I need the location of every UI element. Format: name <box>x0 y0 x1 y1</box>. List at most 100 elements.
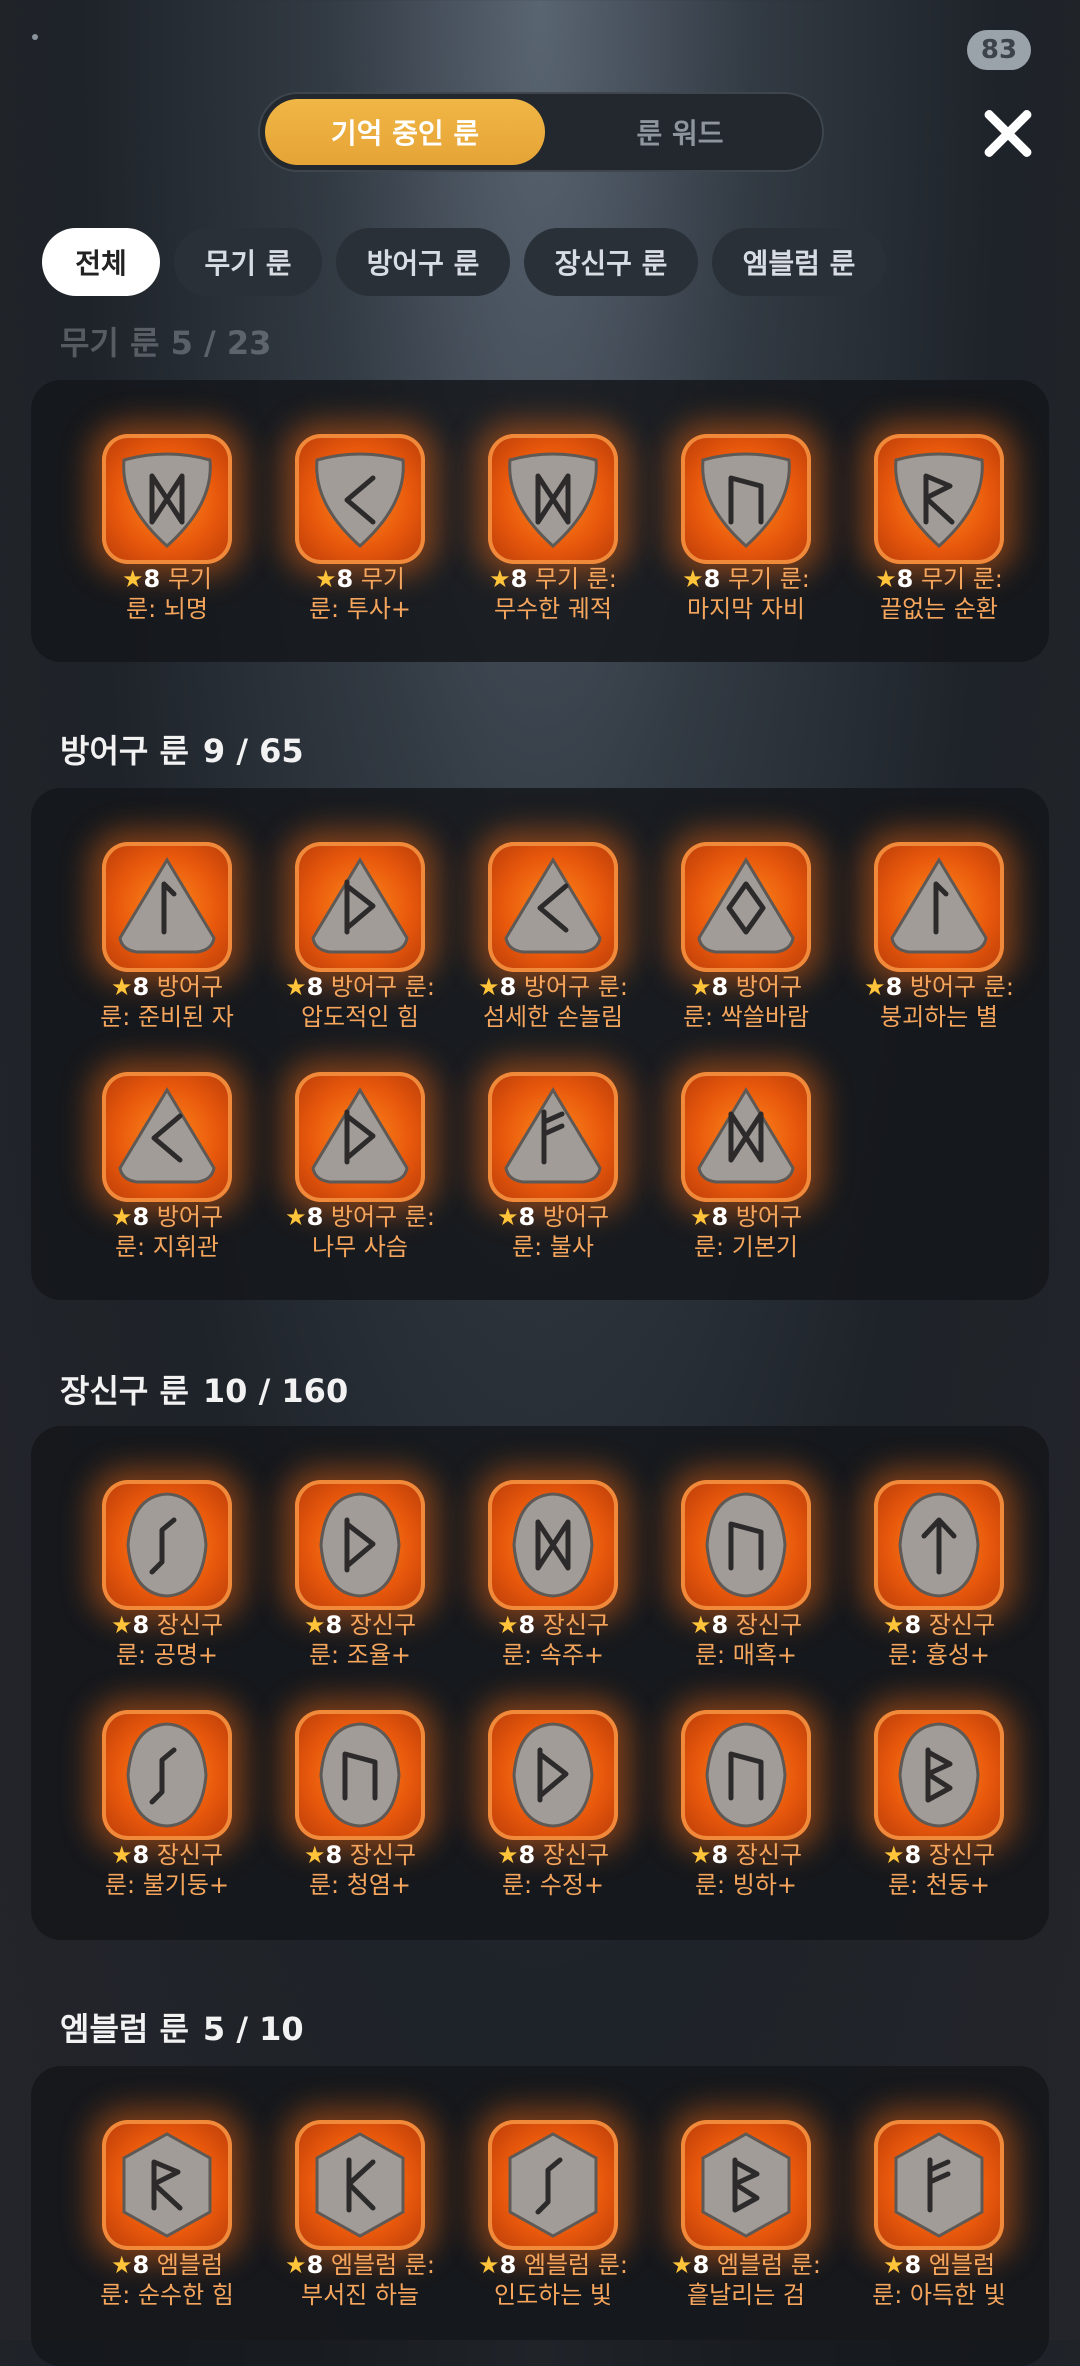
rune-panel-weapon: ★8 무기 룬: 뇌명 ★8 무기 룬: 투사+ ★8 무기 룬: 무수한 궤적 ★8 무기… <box>31 380 1049 662</box>
rune-stone-icon <box>102 1710 232 1840</box>
filter-armor[interactable]: 방어구 룬 <box>336 228 510 296</box>
rune-label: ★8 방어구 룬: 붕괴하는 별 <box>864 973 1014 1031</box>
filter-chips: 전체 무기 룬 방어구 룬 장신구 룬 엠블럼 룬 <box>42 228 886 296</box>
rune-stone-icon <box>295 2120 425 2250</box>
rune-item[interactable]: ★8 엠블럼 룬: 인도하는 빛 <box>463 2078 643 2309</box>
rune-stone-icon <box>681 1480 811 1610</box>
section-heading-weapon: 무기 룬 5 / 23 <box>60 324 272 362</box>
rune-label: ★8 방어구 룬: 불사 <box>496 1203 610 1261</box>
rune-item[interactable]: ★8 방어구 룬: 압도적인 힘 <box>270 800 450 1031</box>
filter-all[interactable]: 전체 <box>42 228 160 296</box>
rune-item[interactable]: ★8 방어구 룬: 불사 <box>463 1030 643 1261</box>
rune-item[interactable]: ★8 장신구 룬: 공명+ <box>77 1438 257 1669</box>
rune-item[interactable]: ★8 엠블럼 룬: 부서진 하늘 <box>270 2078 450 2309</box>
rune-stone-icon <box>295 1710 425 1840</box>
rune-item[interactable]: ★8 장신구 룬: 조율+ <box>270 1438 450 1669</box>
rune-label: ★8 방어구 룬: 기본기 <box>689 1203 803 1261</box>
status-dot <box>32 34 38 40</box>
filter-emblem[interactable]: 엠블럼 룬 <box>712 228 886 296</box>
rune-label: ★8 무기 룬: 투사+ <box>308 565 412 623</box>
rune-label: ★8 무기 룬: 무수한 궤적 <box>489 565 617 623</box>
rune-stone-icon <box>874 434 1004 564</box>
rune-item[interactable]: ★8 엠블럼 룬: 순수한 힘 <box>77 2078 257 2309</box>
rune-item[interactable]: ★8 무기 룬: 투사+ <box>270 392 450 623</box>
section-count: 5 / 10 <box>202 2010 304 2048</box>
rune-item[interactable]: ★8 장신구 룬: 청염+ <box>270 1668 450 1899</box>
rune-label: ★8 방어구 룬: 준비된 자 <box>100 973 234 1031</box>
rune-label: ★8 장신구 룬: 속주+ <box>496 1611 610 1669</box>
rune-stone-icon <box>102 842 232 972</box>
rune-item[interactable]: ★8 방어구 룬: 싹쓸바람 <box>656 800 836 1031</box>
rune-item[interactable]: ★8 장신구 룬: 매혹+ <box>656 1438 836 1669</box>
section-heading-emblem: 엠블럼 룬 5 / 10 <box>60 2004 304 2050</box>
rune-item[interactable]: ★8 방어구 룬: 섬세한 손놀림 <box>463 800 643 1031</box>
rune-label: ★8 장신구 룬: 조율+ <box>303 1611 417 1669</box>
rune-stone-icon <box>102 434 232 564</box>
rune-item[interactable]: ★8 장신구 룬: 불기둥+ <box>77 1668 257 1899</box>
rune-stone-icon <box>102 1072 232 1202</box>
rune-item[interactable]: ★8 엠블럼 룬: 흩날리는 검 <box>656 2078 836 2309</box>
rune-item[interactable]: ★8 방어구 룬: 나무 사슴 <box>270 1030 450 1261</box>
rune-item[interactable]: ★8 장신구 룬: 속주+ <box>463 1438 643 1669</box>
rune-item[interactable]: ★8 장신구 룬: 빙하+ <box>656 1668 836 1899</box>
rune-stone-icon <box>681 434 811 564</box>
tab-rune-words[interactable]: 룬 워드 <box>540 99 820 165</box>
rune-stone-icon <box>295 1480 425 1610</box>
rune-label: ★8 엠블럼 룬: 부서진 하늘 <box>285 2251 435 2309</box>
rune-panel-armor: ★8 방어구 룬: 준비된 자 ★8 방어구 룬: 압도적인 힘 ★8 방어구 룬: 섬세… <box>31 788 1049 1300</box>
rune-label: ★8 무기 룬: 끝없는 순환 <box>875 565 1003 623</box>
rune-label: ★8 방어구 룬: 섬세한 손놀림 <box>478 973 628 1031</box>
rune-item[interactable]: ★8 무기 룬: 무수한 궤적 <box>463 392 643 623</box>
rune-label: ★8 엠블럼 룬: 흩날리는 검 <box>671 2251 821 2309</box>
rune-label: ★8 장신구 룬: 수정+ <box>496 1841 610 1899</box>
rune-stone-icon <box>102 2120 232 2250</box>
rune-item[interactable]: ★8 장신구 룬: 흉성+ <box>849 1438 1029 1669</box>
section-count: 10 / 160 <box>202 1372 349 1410</box>
rune-stone-icon <box>102 1480 232 1610</box>
rune-stone-icon <box>874 2120 1004 2250</box>
rune-item[interactable]: ★8 무기 룬: 끝없는 순환 <box>849 392 1029 623</box>
section-title: 방어구 룬 <box>60 732 189 770</box>
rune-stone-icon <box>874 1480 1004 1610</box>
rune-stone-icon <box>874 842 1004 972</box>
rune-label: ★8 엠블럼 룬: 순수한 힘 <box>100 2251 234 2309</box>
rune-panel-accessory: ★8 장신구 룬: 공명+ ★8 장신구 룬: 조율+ ★8 장신구 룬: 속주+ ★8 장… <box>31 1426 1049 1940</box>
rune-item[interactable]: ★8 방어구 룬: 붕괴하는 별 <box>849 800 1029 1031</box>
rune-label: ★8 장신구 룬: 청염+ <box>303 1841 417 1899</box>
rune-item[interactable]: ★8 방어구 룬: 준비된 자 <box>77 800 257 1031</box>
rune-item[interactable]: ★8 무기 룬: 뇌명 <box>77 392 257 623</box>
rune-stone-icon <box>681 842 811 972</box>
filter-weapon[interactable]: 무기 룬 <box>174 228 322 296</box>
rune-item[interactable]: ★8 장신구 룬: 천둥+ <box>849 1668 1029 1899</box>
rune-stone-icon <box>681 2120 811 2250</box>
section-title: 장신구 룬 <box>60 1372 189 1410</box>
rune-item[interactable]: ★8 방어구 룬: 기본기 <box>656 1030 836 1261</box>
rune-stone-icon <box>488 1072 618 1202</box>
rune-label: ★8 장신구 룬: 흉성+ <box>882 1611 996 1669</box>
tab-memorized-runes[interactable]: 기억 중인 룬 <box>265 99 545 165</box>
rune-item[interactable]: ★8 장신구 룬: 수정+ <box>463 1668 643 1899</box>
rune-stone-icon <box>874 1710 1004 1840</box>
rune-item[interactable]: ★8 무기 룬: 마지막 자비 <box>656 392 836 623</box>
rune-stone-icon <box>295 1072 425 1202</box>
rune-stone-icon <box>488 1710 618 1840</box>
close-icon[interactable] <box>975 100 1041 166</box>
rune-label: ★8 장신구 룬: 매혹+ <box>689 1611 803 1669</box>
rune-label: ★8 방어구 룬: 지휘관 <box>110 1203 224 1261</box>
mode-toggle: 기억 중인 룬 룬 워드 <box>258 92 824 172</box>
rune-label: ★8 엠블럼 룬: 아득한 빛 <box>872 2251 1006 2309</box>
rune-label: ★8 장신구 룬: 빙하+ <box>689 1841 803 1899</box>
section-title: 엠블럼 룬 <box>60 2010 189 2048</box>
rune-stone-icon <box>295 842 425 972</box>
rune-stone-icon <box>488 2120 618 2250</box>
rune-item[interactable]: ★8 엠블럼 룬: 아득한 빛 <box>849 2078 1029 2309</box>
section-heading-armor: 방어구 룬 9 / 65 <box>60 726 304 772</box>
rune-item[interactable]: ★8 방어구 룬: 지휘관 <box>77 1030 257 1261</box>
rune-label: ★8 방어구 룬: 나무 사슴 <box>285 1203 435 1261</box>
rune-stone-icon <box>488 434 618 564</box>
rune-stone-icon <box>488 842 618 972</box>
section-count: 9 / 65 <box>202 732 304 770</box>
rune-stone-icon <box>295 434 425 564</box>
filter-accessory[interactable]: 장신구 룬 <box>524 228 698 296</box>
rune-stone-icon <box>681 1072 811 1202</box>
